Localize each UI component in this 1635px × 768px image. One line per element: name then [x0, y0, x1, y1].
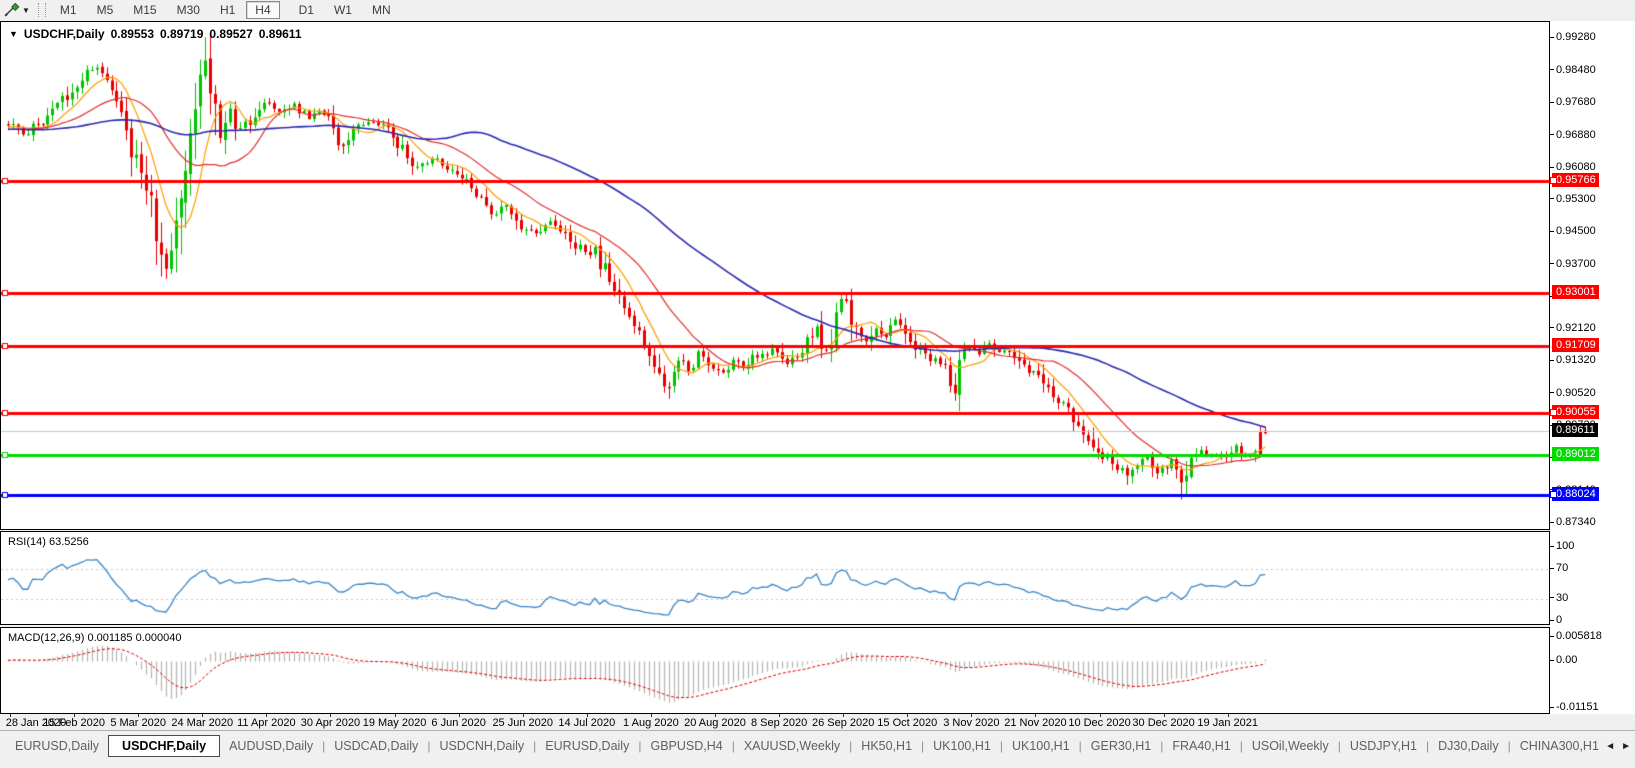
- chart-tabs: EURUSD,DailyUSDCHF,DailyAUDUSD,Daily|USD…: [0, 733, 1635, 759]
- price-tick: 0.94500: [1550, 225, 1596, 237]
- price-tick: 0.92120: [1550, 322, 1596, 334]
- ohlc-high: 0.89719: [160, 27, 203, 41]
- price-tick: 0.96880: [1550, 129, 1596, 141]
- chart-tab-audusd-daily[interactable]: AUDUSD,Daily: [220, 736, 322, 756]
- timeframe-button-m30[interactable]: M30: [168, 1, 209, 19]
- rsi-panel: RSI(14) 63.5256: [0, 531, 1550, 625]
- macd-tick: 0.00: [1550, 654, 1577, 666]
- date-label: 19 Jan 2021: [1197, 717, 1258, 729]
- ohlc-close: 0.89611: [259, 27, 302, 41]
- price-tick: 0.93700: [1550, 258, 1596, 270]
- date-label: 25 Jun 2020: [492, 717, 553, 729]
- price-tick: 0.99280: [1550, 31, 1596, 43]
- timeframe-button-h4[interactable]: H4: [246, 1, 279, 19]
- date-label: 24 Mar 2020: [171, 717, 233, 729]
- tab-scroll-left-icon[interactable]: ◄: [1605, 741, 1615, 752]
- chart-tab-usdcnh-daily[interactable]: USDCNH,Daily: [430, 736, 533, 756]
- chart-tab-fra40-h1[interactable]: FRA40,H1: [1163, 736, 1239, 756]
- timeframe-buttons: M1M5M15M30H1H4 D1W1MN: [50, 1, 401, 19]
- price-tick: 0.90520: [1550, 387, 1596, 399]
- date-label: 15 Oct 2020: [877, 717, 937, 729]
- rsi-tick: 70: [1550, 562, 1568, 574]
- timeframe-button-h1[interactable]: H1: [211, 1, 244, 19]
- price-axis: 0.99280 0.98480 0.97680 0.96880 0.96080 0.953…: [1550, 21, 1635, 714]
- price-level-badge: 0.89012: [1552, 447, 1599, 461]
- toolbar-grip[interactable]: [38, 3, 46, 17]
- timeframe-button-m5[interactable]: M5: [88, 1, 123, 19]
- macd-canvas[interactable]: [1, 628, 1549, 713]
- chart-tab-hk50-h1[interactable]: HK50,H1: [852, 736, 921, 756]
- price-tick: 0.96080: [1550, 161, 1596, 173]
- chart-tab-dj30-daily[interactable]: DJ30,Daily: [1429, 736, 1507, 756]
- chart-tab-usdcad-daily[interactable]: USDCAD,Daily: [325, 736, 427, 756]
- timeframe-toolbar: ▼ M1M5M15M30H1H4 D1W1MN: [0, 0, 1635, 20]
- date-label: 26 Sep 2020: [812, 717, 874, 729]
- price-tick: 0.98480: [1550, 64, 1596, 76]
- main-chart-panel: ▼ USDCHF,Daily 0.89553 0.89719 0.89527 0…: [0, 21, 1550, 530]
- timeframe-button-mn[interactable]: MN: [363, 1, 400, 19]
- date-label: 1 Aug 2020: [623, 717, 679, 729]
- timeframe-button-m1[interactable]: M1: [51, 1, 86, 19]
- date-label: 20 Aug 2020: [684, 717, 746, 729]
- price-tick: 0.95300: [1550, 193, 1596, 205]
- chart-tab-gbpusd-h4[interactable]: GBPUSD,H4: [641, 736, 731, 756]
- date-axis: 28 Jan 202015 Feb 20205 Mar 202024 Mar 2…: [0, 714, 1550, 730]
- chart-symbol-label: USDCHF,Daily: [24, 27, 105, 41]
- price-tick: 0.97680: [1550, 96, 1596, 108]
- one-click-trading-toggle-icon[interactable]: ▼: [9, 29, 18, 39]
- price-level-badge: 0.91709: [1552, 338, 1599, 352]
- price-level-badge: 0.90055: [1552, 405, 1599, 419]
- date-label: 6 Jun 2020: [431, 717, 485, 729]
- tab-scroll-right-icon[interactable]: ►: [1621, 741, 1631, 752]
- timeframe-button-d1[interactable]: D1: [290, 1, 323, 19]
- date-label: 8 Sep 2020: [751, 717, 807, 729]
- chart-tab-uk100-h1[interactable]: UK100,H1: [1003, 736, 1079, 756]
- timeframe-button-m15[interactable]: M15: [124, 1, 165, 19]
- date-label: 19 May 2020: [363, 717, 427, 729]
- rsi-tick: 0: [1550, 614, 1562, 626]
- macd-panel: MACD(12,26,9) 0.001185 0.000040: [0, 627, 1550, 714]
- tool-dropdown-caret-icon[interactable]: ▼: [22, 6, 30, 15]
- date-label: 14 Jul 2020: [558, 717, 615, 729]
- macd-tick: -0.01151: [1550, 701, 1599, 713]
- draw-line-tool-icon[interactable]: [4, 3, 20, 17]
- macd-label: MACD(12,26,9) 0.001185 0.000040: [8, 632, 181, 644]
- date-label: 15 Feb 2020: [43, 717, 105, 729]
- date-label: 21 Nov 2020: [1004, 717, 1066, 729]
- chart-tab-usdchf-daily[interactable]: USDCHF,Daily: [108, 735, 220, 757]
- chart-tab-xauusd-weekly[interactable]: XAUUSD,Weekly: [735, 736, 849, 756]
- date-label: 10 Dec 2020: [1068, 717, 1130, 729]
- rsi-tick: 100: [1550, 540, 1574, 552]
- price-level-badge: 0.88024: [1552, 487, 1599, 501]
- chart-tab-eurusd-daily[interactable]: EURUSD,Daily: [6, 736, 108, 756]
- date-label: 30 Apr 2020: [301, 717, 360, 729]
- date-label: 3 Nov 2020: [943, 717, 999, 729]
- chart-tab-bar: EURUSD,DailyUSDCHF,DailyAUDUSD,Daily|USD…: [0, 730, 1635, 768]
- price-level-badge: 0.93001: [1552, 285, 1599, 299]
- chart-tab-uk100-h1[interactable]: UK100,H1: [924, 736, 1000, 756]
- rsi-canvas[interactable]: [1, 532, 1549, 624]
- price-chart-canvas[interactable]: [1, 22, 1549, 529]
- trading-platform-window: ▼ M1M5M15M30H1H4 D1W1MN ▼ USDCHF,Daily 0.…: [0, 0, 1635, 768]
- macd-tick: 0.005818: [1550, 630, 1602, 642]
- date-label: 11 Apr 2020: [237, 717, 296, 729]
- rsi-label: RSI(14) 63.5256: [8, 536, 89, 548]
- chart-tab-usoil-weekly[interactable]: USOil,Weekly: [1243, 736, 1338, 756]
- rsi-tick: 30: [1550, 592, 1568, 604]
- date-label: 5 Mar 2020: [110, 717, 166, 729]
- tab-scroll-controls: ◄ ►: [1601, 733, 1635, 759]
- ohlc-open: 0.89553: [111, 27, 154, 41]
- chart-ohlc-title: ▼ USDCHF,Daily 0.89553 0.89719 0.89527 0…: [9, 27, 302, 41]
- timeframe-button-w1[interactable]: W1: [325, 1, 361, 19]
- price-tick: 0.87340: [1550, 516, 1596, 528]
- chart-tab-ger30-h1[interactable]: GER30,H1: [1082, 736, 1160, 756]
- ohlc-low: 0.89527: [209, 27, 252, 41]
- chart-tab-usdjpy-h1[interactable]: USDJPY,H1: [1341, 736, 1426, 756]
- date-label: 30 Dec 2020: [1132, 717, 1194, 729]
- price-level-badge: 0.95766: [1552, 173, 1599, 187]
- chart-tab-china300-h1[interactable]: CHINA300,H1: [1511, 736, 1608, 756]
- chart-tab-eurusd-daily[interactable]: EURUSD,Daily: [536, 736, 638, 756]
- price-level-badge: 0.89611: [1552, 423, 1598, 437]
- price-tick: 0.91320: [1550, 354, 1596, 366]
